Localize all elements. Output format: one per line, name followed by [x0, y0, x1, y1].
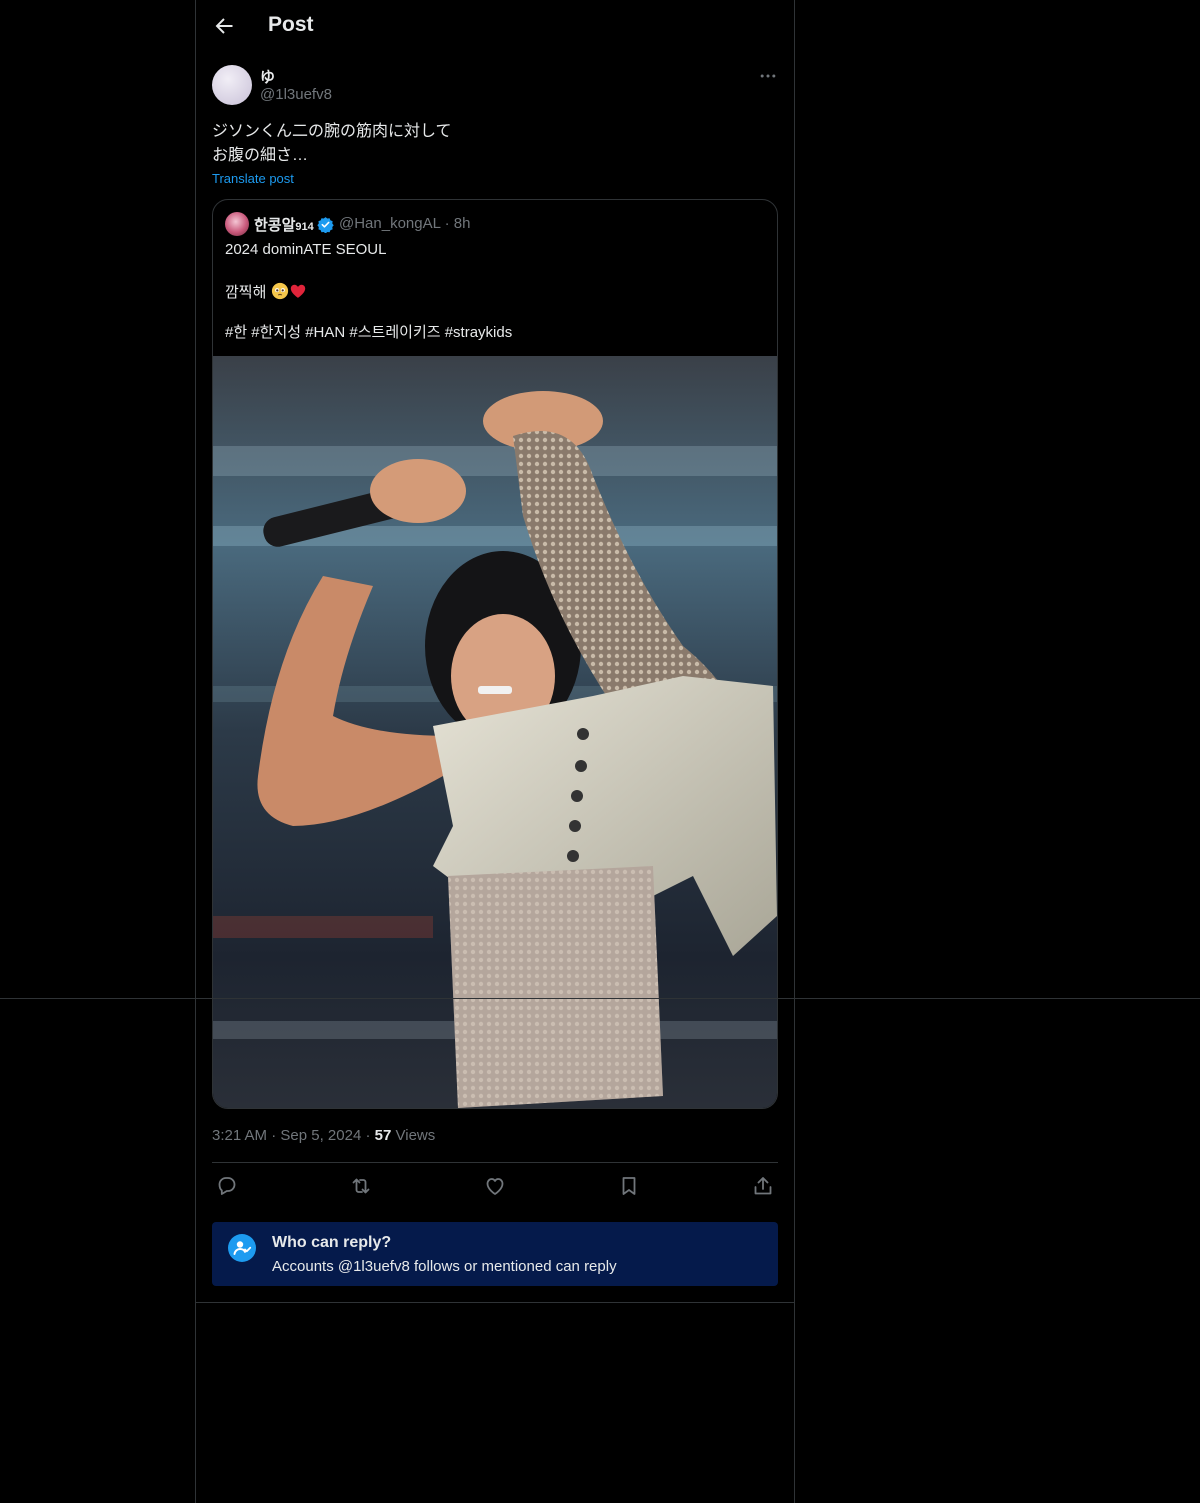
divider [196, 1302, 794, 1303]
bookmark-icon[interactable] [617, 1174, 641, 1198]
share-icon[interactable] [751, 1174, 775, 1198]
like-icon[interactable] [483, 1174, 507, 1198]
post-text-line: お腹の細さ… [212, 147, 309, 164]
horizontal-guide-line [0, 998, 1200, 999]
quote-handle-time: @Han_kongAL · 8h [339, 215, 470, 232]
avatar[interactable] [212, 65, 252, 105]
more-icon[interactable] [758, 66, 778, 86]
page-title: Post [268, 13, 314, 36]
post-date[interactable]: Sep 5, 2024 [280, 1127, 361, 1144]
quote-text-line1: 2024 dominATE SEOUL [225, 241, 387, 258]
pleading-face-icon [271, 282, 288, 300]
who-can-reply-title: Who can reply? [272, 1234, 392, 1251]
reply-icon[interactable] [215, 1174, 239, 1198]
repost-icon[interactable] [349, 1174, 373, 1198]
post-text-line: ジソンくん二の腕の筋肉に対して [212, 123, 452, 140]
verified-badge-icon [317, 217, 334, 233]
quote-time[interactable]: 8h [454, 215, 471, 232]
quote-author-name[interactable]: 한콩알914 [254, 214, 314, 235]
person-check-icon [233, 1241, 252, 1255]
quote-hashtags[interactable]: #한 #한지성 #HAN #스트레이키즈 #straykids [225, 321, 512, 342]
dot-separator: · [267, 1127, 281, 1144]
views-label: Views [395, 1127, 436, 1144]
author-handle[interactable]: @1l3uefv8 [260, 86, 332, 103]
who-can-reply-subtitle: Accounts @1l3uefv8 follows or mentioned … [272, 1258, 617, 1275]
quote-author-name-suffix: 914 [295, 221, 314, 233]
quote-author-handle[interactable]: @Han_kongAL [339, 215, 440, 232]
post-meta: 3:21 AM · Sep 5, 2024 · 57 Views [212, 1127, 435, 1144]
quote-text-line2: 깜찍해 [225, 281, 307, 302]
who-can-reply-icon [228, 1234, 256, 1262]
header: Post [196, 0, 794, 54]
views-count: 57 [374, 1127, 392, 1144]
post-text: ジソンくん二の腕の筋肉に対して お腹の細さ… [212, 120, 772, 168]
quote-text-word: 깜찍해 [225, 284, 267, 301]
quote-author-name-text: 한콩알 [254, 217, 296, 234]
quoted-post[interactable]: 한콩알914 @Han_kongAL · 8h 2024 dominATE SE… [212, 199, 778, 1109]
dot-separator: · [361, 1127, 375, 1144]
author-name[interactable]: ゆ [260, 66, 275, 87]
dot-separator: · [440, 215, 454, 232]
arrow-left-icon[interactable] [212, 14, 236, 38]
translate-post-link[interactable]: Translate post [212, 171, 294, 186]
quote-avatar[interactable] [225, 212, 249, 236]
divider [212, 1162, 778, 1163]
red-heart-icon [290, 284, 305, 298]
post-time[interactable]: 3:21 AM [212, 1127, 267, 1144]
who-can-reply-banner: Who can reply? Accounts @1l3uefv8 follow… [212, 1222, 778, 1286]
quote-photo[interactable] [213, 356, 777, 1108]
timeline-column: Post ゆ @1l3uefv8 ジソンくん二の腕の筋肉に対して お腹の細さ… … [195, 0, 795, 1503]
